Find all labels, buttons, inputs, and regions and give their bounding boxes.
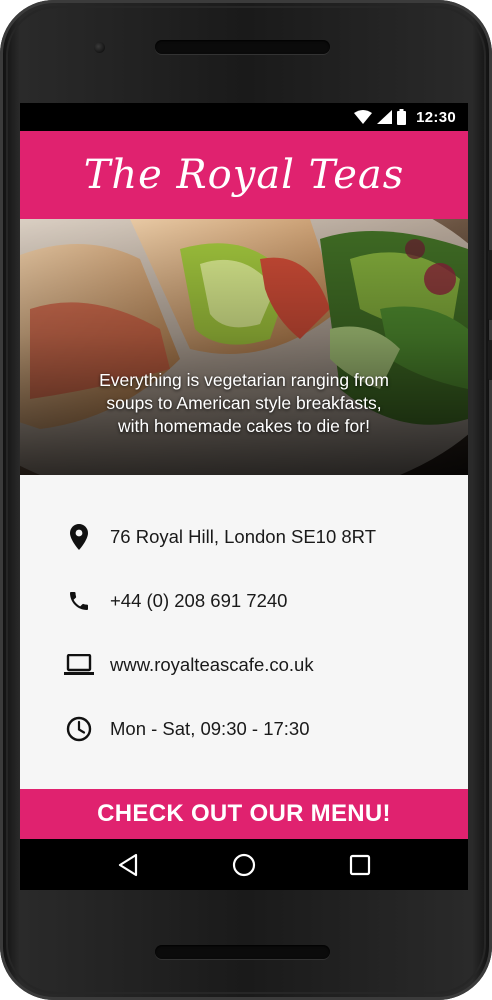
status-bar: 12:30	[20, 103, 468, 131]
status-icons	[354, 109, 407, 125]
volume-button	[488, 250, 492, 320]
menu-cta-button[interactable]: CHECK OUT OUR MENU!	[20, 789, 468, 839]
front-camera	[94, 42, 105, 53]
hero-tagline-line: with homemade cakes to die for!	[118, 416, 370, 436]
app-header: The Royal Teas	[20, 131, 468, 219]
contact-info-list: 76 Royal Hill, London SE10 8RT +44 (0) 2…	[20, 475, 468, 789]
recents-icon	[349, 854, 371, 875]
website-row[interactable]: www.royalteascafe.co.uk	[64, 650, 314, 680]
hours-row: Mon - Sat, 09:30 - 17:30	[64, 714, 310, 744]
battery-icon	[397, 109, 407, 125]
back-icon	[118, 853, 138, 876]
phone-icon	[64, 586, 94, 616]
phone-device: 12:30 The Royal Teas Everything is veget…	[0, 0, 492, 1000]
website-link[interactable]: www.royalteascafe.co.uk	[110, 654, 314, 676]
wifi-icon	[354, 110, 373, 124]
app-title: The Royal Teas	[83, 152, 405, 198]
address-row[interactable]: 76 Royal Hill, London SE10 8RT	[64, 522, 376, 552]
laptop-icon	[64, 650, 94, 680]
home-icon	[232, 853, 256, 876]
clock-icon	[64, 714, 94, 744]
signal-icon	[377, 110, 393, 124]
phone-row[interactable]: +44 (0) 208 691 7240	[64, 586, 287, 616]
recents-button[interactable]	[340, 845, 380, 885]
hero-tagline-line: soups to American style breakfasts,	[106, 393, 382, 413]
back-button[interactable]	[108, 845, 148, 885]
hero-tagline: Everything is vegetarian ranging from so…	[44, 369, 444, 438]
power-button	[488, 340, 492, 380]
hero-banner: Everything is vegetarian ranging from so…	[20, 219, 468, 475]
bottom-speaker	[155, 945, 330, 959]
phone-text: +44 (0) 208 691 7240	[110, 590, 288, 611]
hero-tagline-line: Everything is vegetarian ranging from	[99, 370, 389, 390]
home-button[interactable]	[224, 845, 264, 885]
app-screen: 12:30 The Royal Teas Everything is veget…	[20, 103, 468, 890]
location-pin-icon	[64, 522, 94, 552]
hours-text: Mon - Sat, 09:30 - 17:30	[110, 718, 310, 739]
top-speaker	[155, 40, 330, 54]
android-nav-bar	[20, 839, 468, 890]
menu-cta-label: CHECK OUT OUR MENU!	[97, 800, 391, 827]
status-time: 12:30	[416, 108, 456, 126]
address-text: 76 Royal Hill, London SE10 8RT	[110, 526, 377, 547]
